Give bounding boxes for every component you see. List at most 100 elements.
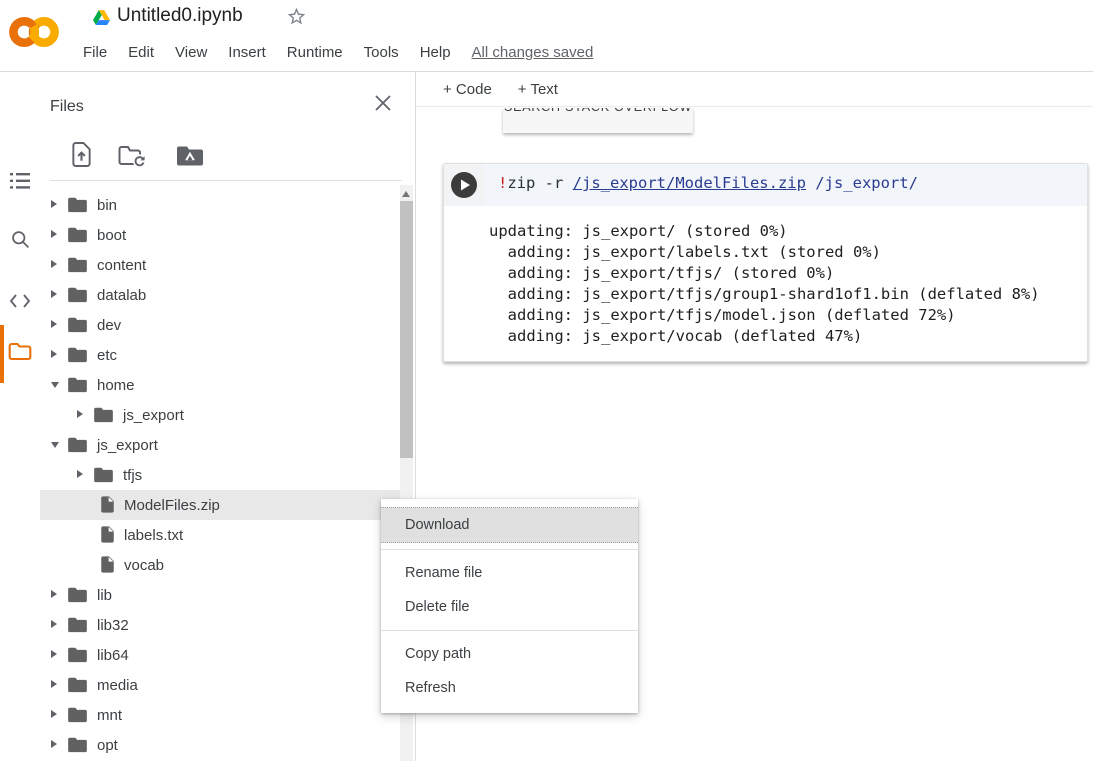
- menu-tools[interactable]: Tools: [364, 44, 399, 61]
- menu-runtime[interactable]: Runtime: [287, 44, 343, 61]
- save-status[interactable]: All changes saved: [472, 44, 594, 61]
- files-panel-title: Files: [50, 98, 84, 116]
- expand-arrow-icon: [51, 620, 57, 628]
- context-menu-item-rename-file[interactable]: Rename file: [381, 556, 638, 590]
- colab-app: Untitled0.ipynb File Edit View Insert Runtim…: [0, 0, 1093, 761]
- folder-icon: [67, 676, 88, 698]
- tree-item-mnt[interactable]: mnt: [40, 700, 400, 730]
- folder-icon: [67, 706, 88, 723]
- add-code-button[interactable]: + Code: [437, 79, 498, 100]
- tree-item-lib64[interactable]: lib64: [40, 640, 400, 670]
- code-editor[interactable]: !zip -r /js_export/ModelFiles.zip /js_ex…: [484, 164, 1087, 206]
- tree-item-lib[interactable]: lib: [40, 580, 400, 610]
- notebook-title[interactable]: Untitled0.ipynb: [117, 5, 243, 27]
- expand-arrow-icon: [77, 470, 83, 478]
- left-rail: [0, 72, 40, 761]
- search-stack-overflow-button[interactable]: SEARCH STACK OVERFLOW: [503, 108, 693, 133]
- tree-item-datalab[interactable]: datalab: [40, 280, 400, 310]
- add-text-button[interactable]: + Text: [512, 79, 564, 100]
- menu-divider: [381, 549, 638, 550]
- tree-item-label: etc: [97, 347, 117, 364]
- expand-arrow-icon: [51, 442, 59, 448]
- folder-icon: [67, 316, 88, 333]
- mount-drive-icon[interactable]: [176, 145, 204, 172]
- menu-view[interactable]: View: [175, 44, 207, 61]
- menu-insert[interactable]: Insert: [228, 44, 266, 61]
- upload-file-icon[interactable]: [70, 141, 93, 173]
- colab-logo[interactable]: [8, 11, 60, 58]
- code-snippets-button[interactable]: [0, 284, 40, 318]
- context-menu-item-download[interactable]: Download: [381, 507, 638, 543]
- active-panel-indicator: [0, 325, 4, 383]
- folder-icon: [67, 646, 88, 663]
- folder-icon: [67, 436, 88, 453]
- search-icon: [10, 229, 31, 250]
- tree-item-tfjs[interactable]: tfjs: [40, 460, 400, 490]
- expand-arrow-icon: [51, 650, 57, 658]
- menu-divider: [381, 630, 638, 631]
- code-token-source-path: /js_export/: [806, 174, 918, 192]
- expand-arrow-icon: [51, 382, 59, 388]
- star-icon[interactable]: [286, 6, 307, 32]
- tree-item-label: mnt: [97, 707, 122, 724]
- files-button[interactable]: [0, 334, 40, 368]
- folder-icon: [67, 286, 88, 303]
- tree-item-label: vocab: [124, 557, 164, 574]
- folder-icon: [67, 256, 88, 278]
- code-editor-row: !zip -r /js_export/ModelFiles.zip /js_ex…: [444, 164, 1087, 206]
- folder-icon: [67, 616, 88, 633]
- menu-file[interactable]: File: [83, 44, 107, 61]
- tree-item-label: home: [97, 377, 135, 394]
- expand-arrow-icon: [51, 350, 57, 358]
- context-menu-item-copy-path[interactable]: Copy path: [381, 637, 638, 671]
- tree-item-opt[interactable]: opt: [40, 730, 400, 760]
- tree-item-label: opt: [97, 737, 118, 754]
- tree-item-label: datalab: [97, 287, 146, 304]
- code-token-zip-path: /js_export/ModelFiles.zip: [573, 174, 806, 192]
- tree-item-bin[interactable]: bin: [40, 190, 400, 220]
- search-button[interactable]: [0, 222, 40, 256]
- tree-item-home[interactable]: home: [40, 370, 400, 400]
- expand-arrow-icon: [51, 320, 57, 328]
- menubar: File Edit View Insert Runtime Tools Help All ch…: [83, 44, 593, 61]
- scrollbar-up-arrow[interactable]: [402, 191, 410, 197]
- tree-item-labels-txt[interactable]: labels.txt: [40, 520, 400, 550]
- tree-item-content[interactable]: content: [40, 250, 400, 280]
- cell-output-text: updating: js_export/ (stored 0%) adding:…: [489, 221, 1087, 347]
- close-icon[interactable]: [372, 92, 394, 119]
- menu-help[interactable]: Help: [420, 44, 451, 61]
- file-tree: bin boot content datalab dev etc home js…: [40, 190, 400, 760]
- tree-item-boot[interactable]: boot: [40, 220, 400, 250]
- folder-icon: [67, 376, 88, 398]
- scrollbar-thumb[interactable]: [400, 201, 413, 458]
- tree-item-label: bin: [97, 197, 117, 214]
- tree-item-etc[interactable]: etc: [40, 340, 400, 370]
- context-menu-item-delete-file[interactable]: Delete file: [381, 590, 638, 624]
- file-context-menu: Download Rename fileDelete file Copy pathR…: [381, 499, 638, 713]
- folder-icon: [93, 406, 114, 423]
- run-cell-button[interactable]: [451, 172, 477, 198]
- folder-icon: [67, 346, 88, 363]
- tree-item-label: js_export: [97, 437, 158, 454]
- tree-item-lib32[interactable]: lib32: [40, 610, 400, 640]
- tree-item-label: tfjs: [123, 467, 142, 484]
- tree-item-media[interactable]: media: [40, 670, 400, 700]
- refresh-folder-icon[interactable]: [118, 145, 148, 173]
- expand-arrow-icon: [51, 710, 57, 718]
- code-icon: [9, 293, 31, 309]
- folder-icon: [67, 226, 88, 248]
- expand-arrow-icon: [51, 260, 57, 268]
- tree-item-dev[interactable]: dev: [40, 310, 400, 340]
- menu-edit[interactable]: Edit: [128, 44, 154, 61]
- tree-item-modelfiles-zip[interactable]: ModelFiles.zip: [40, 490, 400, 520]
- tree-item-js-export[interactable]: js_export: [40, 400, 400, 430]
- tree-item-vocab[interactable]: vocab: [40, 550, 400, 580]
- context-menu-item-refresh[interactable]: Refresh: [381, 671, 638, 705]
- folder-icon: [67, 736, 88, 758]
- tree-item-label: media: [97, 677, 138, 694]
- folder-icon: [67, 616, 88, 638]
- expand-arrow-icon: [51, 590, 57, 598]
- tree-item-js-export[interactable]: js_export: [40, 430, 400, 460]
- table-of-contents-button[interactable]: [0, 164, 40, 198]
- folder-icon: [67, 376, 88, 393]
